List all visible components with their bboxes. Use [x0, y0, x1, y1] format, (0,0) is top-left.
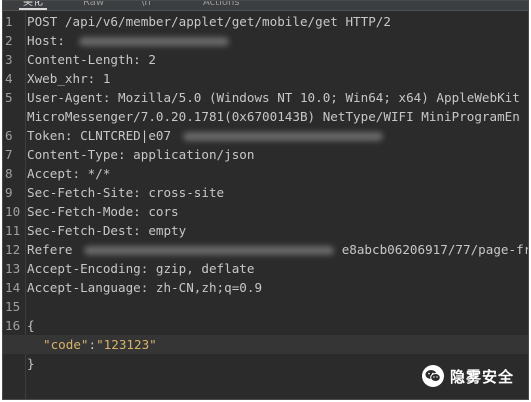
content-length-header: Content-Length: 2	[27, 52, 156, 67]
tab-actions[interactable]: Actions	[203, 1, 240, 10]
code-line: 1 POST /api/v6/member/applet/get/mobile/…	[3, 12, 528, 31]
user-agent-continuation: MicroMessenger/7.0.20.1781(0x6700143B) N…	[27, 109, 520, 124]
watermark-text: 隐雾安全	[449, 367, 514, 386]
code-line: 15	[3, 297, 528, 316]
referer-suffix: e8abcb06206917/77/page-fra	[341, 242, 529, 257]
request-editor[interactable]: 美化 Raw \n Actions 1 POST /api/v6/member/…	[2, 0, 529, 400]
code-line: 8 Accept: */*	[3, 164, 528, 183]
body-open-brace: {	[27, 318, 35, 333]
json-key: "code"	[43, 337, 89, 352]
code-line: 5 User-Agent: Mozilla/5.0 (Windows NT 10…	[3, 88, 528, 107]
code-line: MicroMessenger/7.0.20.1781(0x6700143B) N…	[3, 107, 528, 126]
line-number: 13	[5, 261, 21, 276]
accept-header: Accept: */*	[27, 166, 111, 181]
sec-fetch-mode-header: Sec-Fetch-Mode: cors	[27, 204, 179, 219]
line-number: 11	[5, 223, 21, 238]
line-number: 2	[5, 33, 13, 48]
referer-header: Refere e8abcb06206917/77/page-fra	[27, 240, 529, 259]
code-line: 11 Sec-Fetch-Dest: empty	[3, 221, 528, 240]
host-key: Host:	[27, 33, 65, 48]
xweb-xhr-header: Xweb_xhr: 1	[27, 71, 111, 86]
accept-language-header: Accept-Language: zh-CN,zh;q=0.9	[27, 280, 263, 295]
code-line: 12 Refere e8abcb06206917/77/page-fra	[3, 240, 528, 259]
tab-pretty[interactable]: 美化	[19, 1, 47, 10]
user-agent-header: User-Agent: Mozilla/5.0 (Windows NT 10.0…	[27, 90, 520, 105]
code-line: 6 Token: CLNTCRED|e07	[3, 126, 528, 145]
line-number: 6	[5, 128, 13, 143]
line-number: 15	[5, 299, 21, 314]
line-number: 12	[5, 242, 21, 257]
code-line: 7 Content-Type: application/json	[3, 145, 528, 164]
line-number: 3	[5, 52, 13, 67]
line-number: 8	[5, 166, 13, 181]
accept-encoding-header: Accept-Encoding: gzip, deflate	[27, 261, 255, 276]
redacted-blur	[182, 132, 383, 141]
sec-fetch-site-header: Sec-Fetch-Site: cross-site	[27, 185, 225, 200]
line-number: 5	[5, 90, 13, 105]
watermark: 隐雾安全	[421, 365, 514, 387]
json-colon: :	[88, 337, 97, 352]
code-line: 2 Host:	[3, 31, 528, 50]
code-line: 16 {	[3, 316, 528, 335]
body-close-brace: }	[27, 356, 35, 371]
tab-bar: 美化 Raw \n Actions	[3, 1, 528, 11]
code-line: 13 Accept-Encoding: gzip, deflate	[3, 259, 528, 278]
referer-prefix: Refere	[27, 242, 73, 257]
code-line: 4 Xweb_xhr: 1	[3, 69, 528, 88]
json-value: "123123"	[96, 337, 157, 352]
redacted-blur	[84, 246, 335, 255]
code-line: 3 Content-Length: 2	[3, 50, 528, 69]
sec-fetch-dest-header: Sec-Fetch-Dest: empty	[27, 223, 187, 238]
line-number: 14	[5, 280, 21, 295]
host-header: Host:	[27, 31, 229, 50]
wechat-icon	[421, 365, 444, 387]
line-number: 1	[5, 14, 13, 29]
line-number: 16	[5, 318, 21, 333]
line-number: 4	[5, 71, 13, 86]
code-line: 9 Sec-Fetch-Site: cross-site	[3, 183, 528, 202]
line-number: 7	[5, 147, 13, 162]
code-line-highlighted: "code":"123123"	[3, 335, 528, 354]
tab-raw[interactable]: Raw	[83, 1, 104, 10]
line-number: 10	[5, 204, 21, 219]
line-number: 9	[5, 185, 13, 200]
code-line: 14 Accept-Language: zh-CN,zh;q=0.9	[3, 278, 528, 297]
tab-newline[interactable]: \n	[141, 1, 151, 10]
redacted-blur	[78, 37, 229, 46]
body-json-pair: "code":"123123"	[43, 335, 157, 354]
request-line: POST /api/v6/member/applet/get/mobile/ge…	[27, 14, 391, 29]
token-prefix: Token: CLNTCRED|e07	[27, 128, 172, 143]
content-type-header: Content-Type: application/json	[27, 147, 255, 162]
code-lines[interactable]: 1 POST /api/v6/member/applet/get/mobile/…	[3, 12, 528, 399]
code-line: 10 Sec-Fetch-Mode: cors	[3, 202, 528, 221]
token-header: Token: CLNTCRED|e07	[27, 126, 383, 145]
